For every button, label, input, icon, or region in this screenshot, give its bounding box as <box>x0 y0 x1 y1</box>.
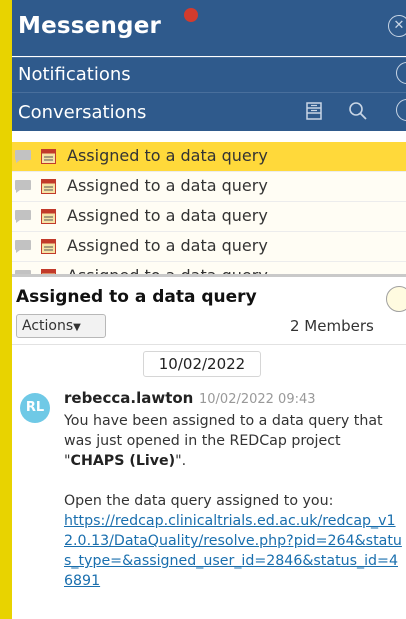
conversation-item[interactable]: Assigned to a data query <box>12 202 406 232</box>
conversations-label: Conversations <box>18 102 147 123</box>
conversation-title: Assigned to a data query <box>67 236 268 255</box>
members-count[interactable]: 2 Members <box>290 317 374 335</box>
project-name: CHAPS (Live) <box>70 453 176 469</box>
message-timestamp: 10/02/2022 09:43 <box>199 392 316 407</box>
data-query-link[interactable]: https://redcap.clinicaltrials.ed.ac.uk/r… <box>64 513 402 589</box>
chat-bubble-icon <box>14 209 32 228</box>
divider <box>12 344 406 345</box>
data-query-icon <box>41 179 56 198</box>
conversation-title: Assigned to a data query <box>67 146 268 165</box>
notifications-toggle-icon[interactable] <box>396 62 406 84</box>
data-query-icon <box>41 209 56 228</box>
list-resize-handle[interactable] <box>12 274 406 277</box>
app-title: Messenger <box>18 13 162 39</box>
link-intro: Open the data query assigned to you: <box>64 493 334 509</box>
notification-dot-icon <box>184 8 198 22</box>
message-text: You have been assigned to a data query t… <box>64 413 383 469</box>
notifications-header[interactable]: Notifications <box>12 57 406 92</box>
chat-bubble-icon <box>14 179 32 198</box>
conversation-item[interactable]: Assigned to a data query <box>12 142 406 172</box>
actions-label: Actions <box>22 318 74 334</box>
data-query-icon <box>41 149 56 168</box>
messenger-panel: Messenger ✕ Notifications Conversations … <box>12 0 406 619</box>
conversation-title: Assigned to a data query <box>67 206 268 225</box>
close-icon[interactable]: ✕ <box>388 15 406 37</box>
data-query-icon <box>41 239 56 258</box>
conversations-header[interactable]: Conversations <box>12 92 406 131</box>
actions-dropdown[interactable]: Actions▼ <box>16 314 106 338</box>
message-username: rebecca.lawton <box>64 389 194 407</box>
messenger-header: Messenger ✕ <box>12 0 406 56</box>
date-separator: 10/02/2022 <box>143 351 261 377</box>
archive-icon[interactable] <box>304 101 324 125</box>
notifications-label: Notifications <box>18 64 131 85</box>
conversation-title-heading: Assigned to a data query <box>16 287 257 307</box>
conversation-title: Assigned to a data query <box>67 266 268 274</box>
chat-bubble-icon <box>14 239 32 258</box>
conversations-toggle-icon[interactable] <box>396 99 406 121</box>
chevron-down-icon: ▼ <box>73 322 81 333</box>
conversation-list: Assigned to a data query Assigned to a d… <box>12 142 406 274</box>
search-icon[interactable] <box>348 101 368 125</box>
conversation-title: Assigned to a data query <box>67 176 268 195</box>
collapse-icon[interactable] <box>386 286 406 312</box>
chat-bubble-icon <box>14 149 32 168</box>
conversation-item[interactable]: Assigned to a data query <box>12 172 406 202</box>
conversation-item[interactable]: Assigned to a data query <box>12 262 406 274</box>
message-body: You have been assigned to a data query t… <box>64 411 404 591</box>
conversation-item[interactable]: Assigned to a data query <box>12 232 406 262</box>
avatar: RL <box>20 393 50 423</box>
